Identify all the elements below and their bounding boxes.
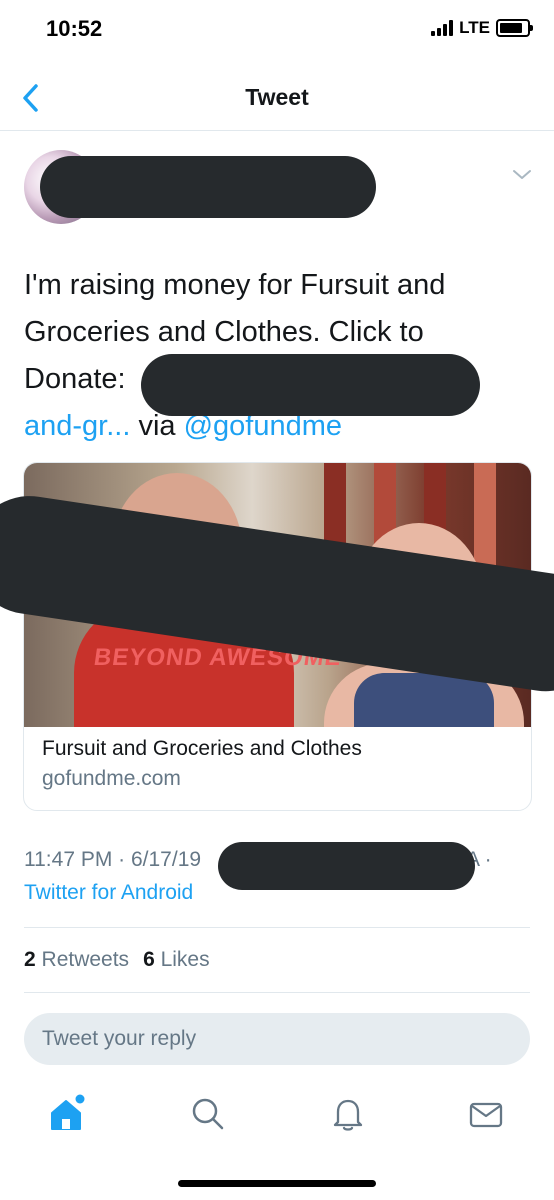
likes-label: Likes [154, 948, 210, 971]
nav-divider [0, 130, 554, 131]
tweet-options-button[interactable] [508, 164, 536, 186]
tweet-link[interactable]: and-gr... [24, 410, 130, 442]
tab-home[interactable] [47, 1094, 87, 1134]
tweet-stats: 2 Retweets 6 Likes [24, 948, 210, 972]
location-redaction [218, 842, 475, 890]
page-title: Tweet [245, 84, 309, 110]
tweet-text-line: Groceries and Clothes. Click to [24, 316, 424, 348]
likes-stat[interactable]: 6 Likes [143, 948, 210, 971]
divider [24, 927, 530, 928]
signal-icon [431, 20, 454, 36]
notifications-icon [333, 1099, 363, 1131]
battery-icon [496, 19, 533, 37]
card-domain: gofundme.com [42, 767, 181, 790]
tweet-source-link[interactable]: Twitter for Android [24, 881, 193, 905]
status-time: 10:52 [46, 16, 103, 41]
home-icon [51, 1094, 85, 1130]
divider [24, 992, 530, 993]
tab-notifications[interactable] [328, 1094, 368, 1134]
link-redaction [141, 354, 480, 416]
retweets-count: 2 [24, 948, 36, 971]
messages-icon [469, 1102, 503, 1128]
card-title: Fursuit and Groceries and Clothes [42, 737, 362, 760]
status-indicators: LTE [431, 18, 533, 38]
tab-search[interactable] [188, 1094, 228, 1134]
home-indicator[interactable] [178, 1180, 376, 1187]
tweet-timestamp: 11:47 PM · 6/17/19 [24, 848, 202, 871]
tweet-text-line: I'm raising money for Fursuit and [24, 269, 446, 301]
search-icon [192, 1098, 224, 1130]
reply-input[interactable] [24, 1013, 530, 1065]
name-redaction [40, 156, 376, 218]
likes-count: 6 [143, 948, 155, 971]
retweets-label: Retweets [35, 948, 130, 971]
tab-messages[interactable] [466, 1094, 506, 1134]
retweets-stat[interactable]: 2 Retweets [24, 948, 129, 971]
chevron-down-icon [513, 170, 531, 179]
network-label: LTE [459, 18, 490, 37]
